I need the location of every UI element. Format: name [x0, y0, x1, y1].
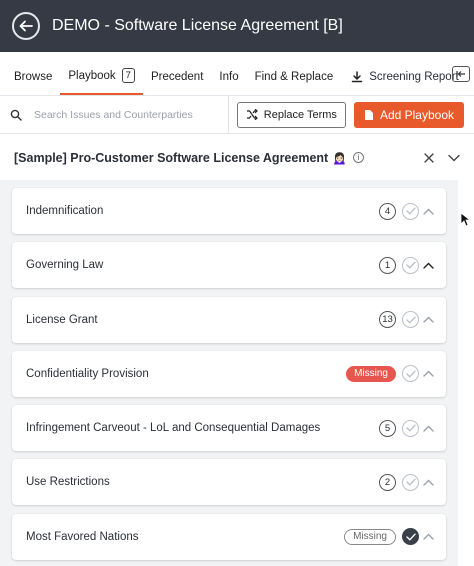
tab-label: Precedent	[150, 71, 204, 83]
title-bar: DEMO - Software License Agreement [B]	[0, 0, 474, 52]
issue-label: License Grant	[26, 313, 98, 326]
collapse-panel-button[interactable]	[452, 66, 470, 82]
missing-badge: Missing	[344, 528, 396, 545]
chevron-up-icon[interactable]	[423, 262, 434, 269]
issue-list: Indemnification 4 Governing Law 1 License Gr…	[0, 180, 458, 566]
issue-card[interactable]: Governing Law 1	[12, 242, 446, 289]
shuffle-icon	[246, 109, 258, 120]
collapse-icon	[456, 71, 465, 77]
issue-label: Governing Law	[26, 259, 104, 272]
chevron-up-icon[interactable]	[423, 479, 434, 486]
download-icon	[351, 71, 363, 83]
tab-label: Browse	[14, 71, 53, 83]
add-playbook-button[interactable]: Add Playbook	[353, 101, 464, 128]
tab-bar: Browse Playbook 7 Precedent Info Find & …	[0, 52, 474, 96]
chevron-down-icon[interactable]	[448, 154, 460, 162]
tab-precedent[interactable]: Precedent	[143, 71, 211, 95]
missing-badge: Missing	[346, 365, 396, 382]
document-icon	[364, 109, 373, 120]
checkmark-icon[interactable]	[402, 311, 419, 329]
chevron-up-icon[interactable]	[423, 316, 434, 323]
issue-count-badge: 1	[379, 256, 396, 274]
checkmark-icon[interactable]	[402, 202, 419, 220]
chevron-up-icon[interactable]	[423, 425, 434, 432]
replace-terms-label: Replace Terms	[263, 108, 337, 121]
tab-info[interactable]: Info	[211, 71, 246, 95]
issue-count-badge: 13	[379, 311, 396, 329]
tab-label: Find & Replace	[254, 71, 334, 83]
issue-card[interactable]: Infringement Carveout - LoL and Conseque…	[12, 405, 446, 452]
close-icon[interactable]	[424, 152, 434, 163]
back-button[interactable]	[12, 12, 40, 40]
info-icon[interactable]: i	[353, 152, 365, 163]
playbook-actions	[424, 152, 460, 163]
screening-report-label: Screening Report	[369, 71, 459, 83]
issue-count-badge: 2	[379, 473, 396, 491]
chevron-up-icon[interactable]	[423, 370, 434, 378]
tab-label: Playbook	[68, 69, 116, 82]
tab-playbook[interactable]: Playbook 7	[60, 68, 143, 95]
mouse-cursor-icon	[460, 212, 470, 227]
checkmark-icon[interactable]	[402, 473, 419, 491]
checkmark-icon[interactable]	[402, 528, 419, 546]
chevron-up-icon[interactable]	[423, 533, 434, 540]
issue-card[interactable]: Indemnification 4	[12, 188, 446, 234]
issue-count-badge: 4	[379, 202, 396, 220]
search-area	[10, 96, 229, 133]
issue-label: Infringement Carveout - LoL and Conseque…	[26, 422, 321, 435]
playbook-title: [Sample] Pro-Customer Software License A…	[14, 150, 329, 165]
issue-count-badge: 5	[379, 419, 396, 437]
issue-label: Confidentiality Provision	[26, 367, 149, 380]
chevron-up-icon[interactable]	[423, 208, 434, 215]
search-input[interactable]	[34, 108, 214, 121]
playbook-header: [Sample] Pro-Customer Software License A…	[0, 134, 474, 182]
issue-card[interactable]: Most Favored Nations Missing	[12, 513, 446, 560]
scrollbar[interactable]	[458, 180, 474, 566]
checkmark-icon[interactable]	[402, 365, 419, 383]
tab-label: Info	[219, 71, 239, 83]
issue-card[interactable]: Confidentiality Provision Missing	[12, 350, 446, 397]
toolbar: Replace Terms Add Playbook	[0, 96, 474, 134]
search-icon	[10, 109, 22, 121]
playbook-count-badge: 7	[121, 68, 135, 83]
issue-label: Indemnification	[26, 205, 104, 217]
tab-browse[interactable]: Browse	[6, 71, 60, 95]
checkmark-icon[interactable]	[402, 419, 419, 437]
playbook-emoji: 🙍🏻‍♀️	[332, 150, 348, 165]
issue-label: Most Favored Nations	[26, 530, 139, 543]
window-title: DEMO - Software License Agreement [B]	[52, 17, 343, 34]
issue-label: Use Restrictions	[26, 476, 110, 489]
tab-find-replace[interactable]: Find & Replace	[247, 71, 342, 95]
add-playbook-label: Add Playbook	[379, 107, 454, 122]
arrow-left-icon	[19, 20, 33, 32]
screening-report-button[interactable]: Screening Report	[345, 71, 465, 95]
checkmark-icon[interactable]	[402, 256, 419, 274]
issue-card[interactable]: License Grant 13	[12, 296, 446, 343]
issue-card[interactable]: Use Restrictions 2	[12, 459, 446, 506]
replace-terms-button[interactable]: Replace Terms	[236, 101, 346, 128]
